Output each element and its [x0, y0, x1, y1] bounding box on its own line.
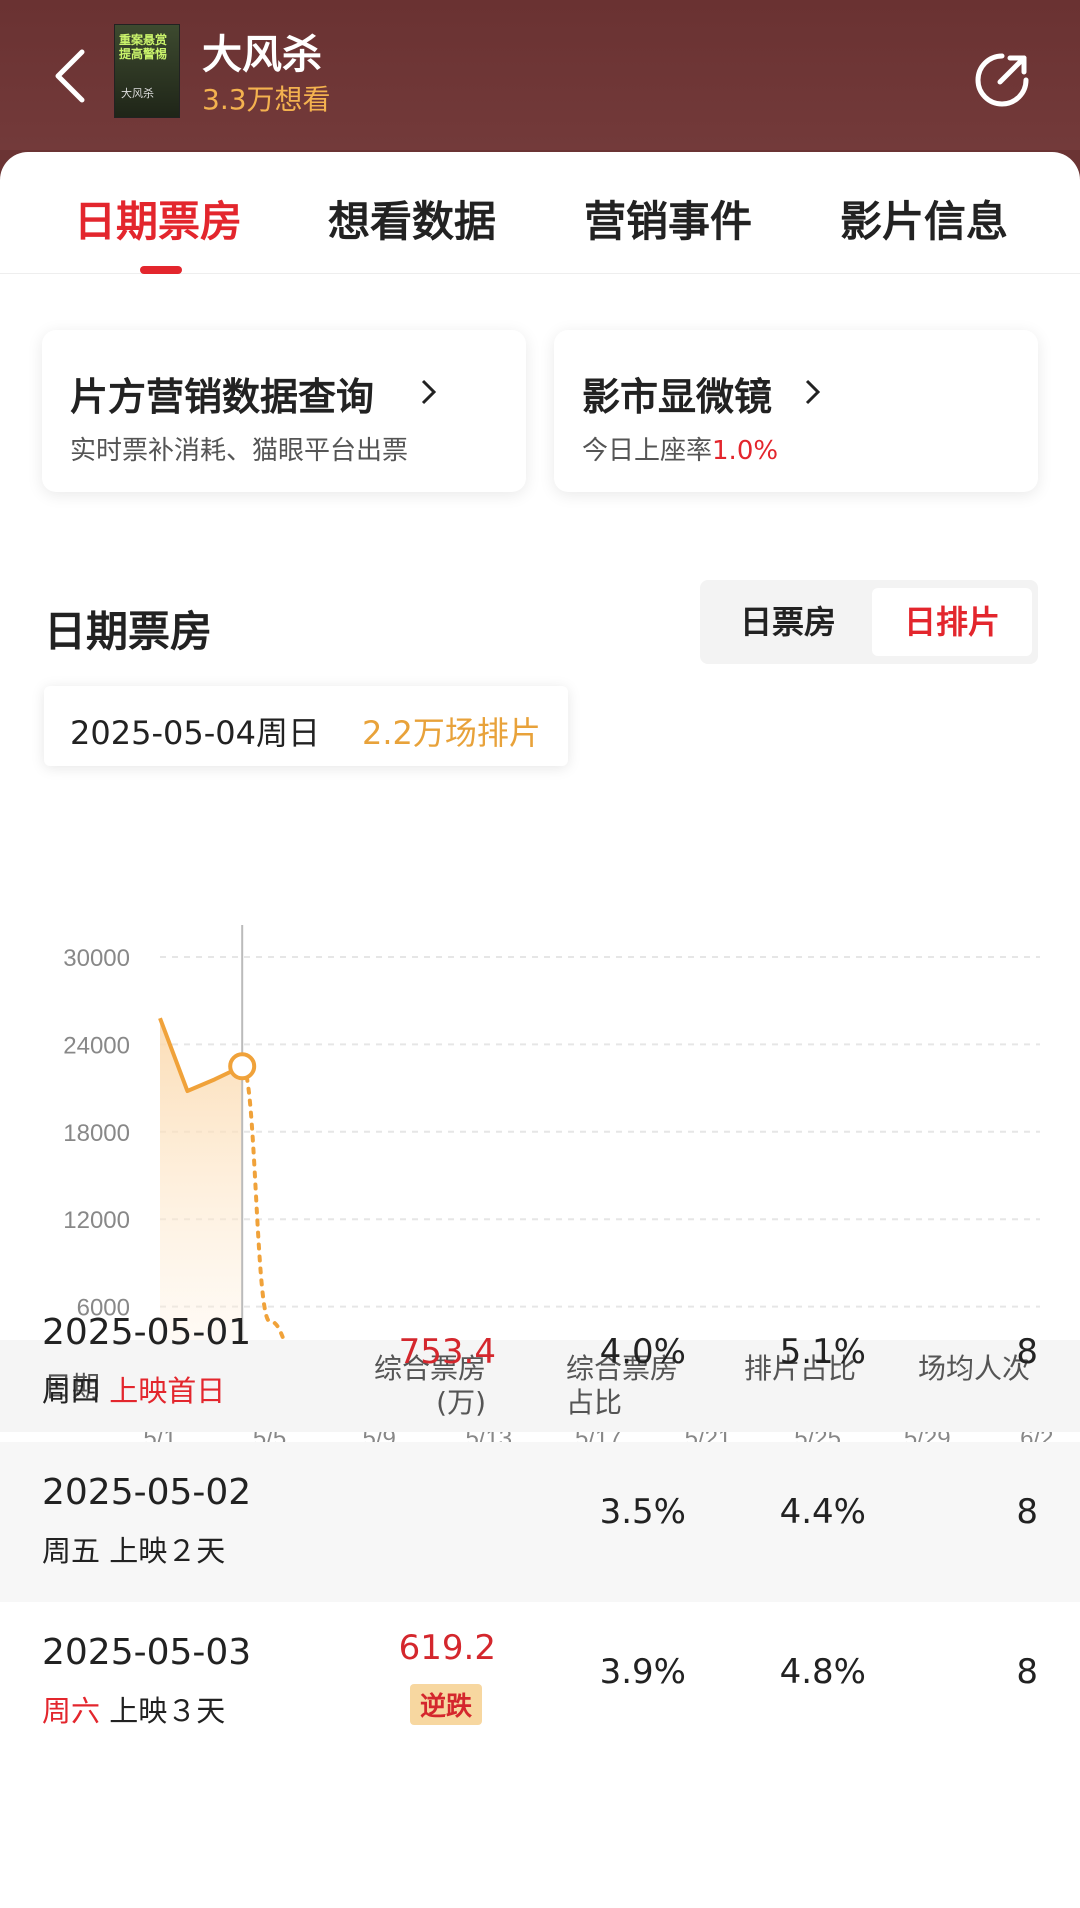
row-date: 2025-05-01 [42, 1312, 252, 1353]
microscope-card[interactable]: 影市显微镜 今日上座率1.0% [554, 330, 1038, 492]
row-subtitle: 周四 上映首日 [42, 1368, 225, 1410]
row-badge: 逆跌 [410, 1684, 483, 1725]
y-tick-label: 12000 [63, 1207, 130, 1234]
microscope-card-title: 影市显微镜 [582, 375, 773, 419]
highlight-point [228, 1052, 257, 1081]
row-boxoffice: 619.2 [398, 1628, 496, 1668]
row-avg-attendance: 8 [1016, 1492, 1038, 1532]
row-boxoffice-share: 4.0% [599, 1332, 686, 1372]
row-date: 2025-05-03 [42, 1632, 252, 1673]
row-note: 上映２天 [109, 1534, 226, 1568]
share-icon[interactable] [972, 50, 1032, 110]
row-note: 上映首日 [109, 1374, 226, 1408]
marketing-card-subtitle: 实时票补消耗、猫眼平台出票 [70, 436, 409, 466]
marketing-card-title: 片方营销数据查询 [70, 375, 375, 419]
row-schedule-share: 4.8% [779, 1652, 866, 1692]
content-sheet: 日期票房 想看数据 营销事件 影片信息 片方营销数据查询 实时票补消耗、猫眼平台… [0, 152, 1080, 1908]
movie-title: 大风杀 [202, 32, 322, 78]
row-weekday: 周四 [42, 1374, 101, 1408]
row-avg-attendance: 8 [1016, 1332, 1038, 1372]
tab-want-data[interactable]: 想看数据 [328, 188, 496, 249]
tab-active-indicator [140, 266, 182, 274]
chart-toggle: 日票房 日排片 [700, 580, 1038, 664]
row-boxoffice: 753.4 [398, 1332, 496, 1372]
marketing-data-card[interactable]: 片方营销数据查询 实时票补消耗、猫眼平台出票 [42, 330, 526, 492]
row-schedule-share: 5.1% [779, 1332, 866, 1372]
poster-text: 重案悬赏 提高警惕 [119, 33, 168, 61]
row-boxoffice-share: 3.9% [599, 1652, 686, 1692]
microscope-card-subtitle: 今日上座率1.0% [582, 436, 779, 466]
row-subtitle: 周六 上映３天 [42, 1688, 225, 1730]
poster-title: 大风杀 [121, 87, 154, 100]
tab-marketing-events[interactable]: 营销事件 [584, 188, 752, 249]
toggle-daily-boxoffice[interactable]: 日票房 [708, 588, 868, 656]
top-bar: 重案悬赏 提高警惕 大风杀 大风杀 3.3万想看 [0, 0, 1080, 150]
chevron-right-icon [421, 379, 437, 405]
row-boxoffice-share: 3.5% [599, 1492, 686, 1532]
movie-poster[interactable]: 重案悬赏 提高警惕 大风杀 [114, 24, 180, 118]
row-schedule-share: 4.4% [779, 1492, 866, 1532]
row-weekday: 周五 [42, 1534, 101, 1568]
y-tick-label: 18000 [63, 1120, 130, 1147]
want-count: 3.3万想看 [202, 83, 331, 116]
row-subtitle: 周五 上映２天 [42, 1528, 225, 1570]
occupancy-rate: 1.0% [712, 436, 779, 466]
table-row[interactable]: 2025-05-02 周五 上映２天 3.5% 4.4% 8 [0, 1442, 1080, 1602]
row-date: 2025-05-02 [42, 1472, 252, 1513]
table-row[interactable]: 2025-05-01 周四 上映首日 753.4 4.0% 5.1% 8 [0, 1282, 1080, 1442]
row-note: 上映３天 [109, 1694, 226, 1728]
chevron-right-icon [805, 379, 821, 405]
chart-tooltip: 2025-05-04周日 2.2万场排片 [44, 686, 568, 766]
back-icon[interactable] [48, 46, 98, 106]
tab-bar: 日期票房 想看数据 营销事件 影片信息 [0, 152, 1080, 274]
tooltip-value: 2.2万场排片 [362, 714, 541, 752]
tab-movie-info[interactable]: 影片信息 [840, 188, 1008, 249]
tooltip-date: 2025-05-04周日 [70, 714, 320, 752]
row-weekday: 周六 [42, 1694, 101, 1728]
row-avg-attendance: 8 [1016, 1652, 1038, 1692]
y-tick-label: 30000 [63, 945, 130, 972]
tab-date-boxoffice[interactable]: 日期票房 [74, 188, 242, 249]
section-title: 日期票房 [44, 607, 213, 656]
y-tick-label: 24000 [63, 1032, 130, 1059]
table-row[interactable]: 2025-05-03 周六 上映３天 619.2 逆跌 3.9% 4.8% 8 [0, 1602, 1080, 1762]
toggle-daily-schedule[interactable]: 日排片 [872, 588, 1032, 656]
